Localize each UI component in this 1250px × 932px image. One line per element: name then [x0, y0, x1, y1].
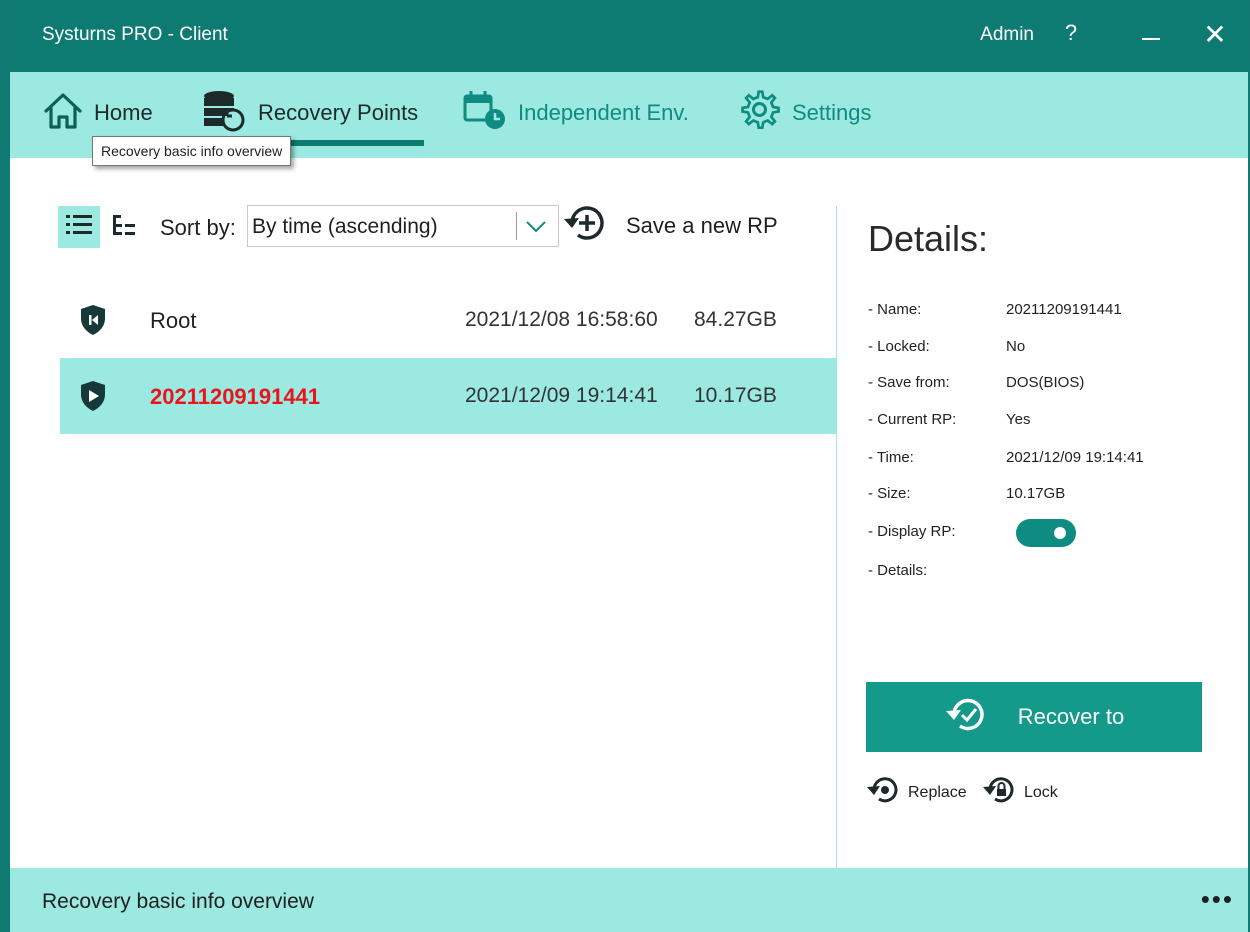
- detail-label: - Save from:: [868, 374, 950, 391]
- window-title: Systurns PRO - Client: [42, 24, 228, 45]
- list-view-button[interactable]: [58, 206, 100, 248]
- nav-tab-recovery-points-label: Recovery Points: [258, 100, 419, 125]
- panel-divider: [836, 206, 837, 868]
- shield-start-icon: [80, 304, 106, 341]
- detail-label: - Locked:: [868, 338, 930, 355]
- recovery-point-time: 2021/12/09 19:14:41: [465, 384, 658, 407]
- close-button[interactable]: ✕: [1200, 18, 1230, 51]
- toggle-knob: [1054, 527, 1066, 539]
- lock-label: Lock: [1024, 783, 1058, 801]
- replace-button[interactable]: Replace: [866, 774, 967, 811]
- recovery-point-time: 2021/12/08 16:58:60: [465, 308, 658, 331]
- chevron-down-icon: [524, 215, 548, 242]
- nav-tab-settings-label: Settings: [792, 100, 872, 125]
- recovery-point-size: 84.27GB: [694, 308, 777, 331]
- minimize-button[interactable]: [1142, 38, 1160, 40]
- recovery-point-name: Root: [150, 308, 197, 333]
- calendar-clock-icon: [462, 89, 508, 138]
- recover-to-label: Recover to: [1017, 704, 1125, 729]
- shield-play-icon: [80, 380, 106, 417]
- save-new-rp-button[interactable]: Save a new RP: [562, 202, 778, 249]
- detail-label: - Time:: [868, 449, 914, 466]
- detail-value: 20211209191441: [1006, 301, 1122, 318]
- detail-label: - Display RP:: [868, 523, 956, 540]
- list-view-icon: [66, 214, 92, 241]
- sort-label: Sort by:: [160, 215, 236, 240]
- tree-view-button[interactable]: [108, 212, 140, 244]
- more-options-button[interactable]: •••: [1201, 884, 1234, 915]
- dropdown-separator: [516, 212, 517, 240]
- detail-value: No: [1006, 338, 1026, 355]
- status-text: Recovery basic info overview: [42, 890, 314, 913]
- recovery-point-row-selected[interactable]: 20211209191441 2021/12/09 19:14:41 10.17…: [60, 358, 836, 434]
- detail-label: - Size:: [868, 485, 911, 502]
- status-bar: Recovery basic info overview •••: [10, 868, 1248, 932]
- gear-icon: [738, 89, 782, 138]
- replace-icon: [866, 774, 904, 811]
- save-rp-icon: [562, 202, 610, 249]
- replace-label: Replace: [908, 783, 967, 801]
- detail-value: DOS(BIOS): [1006, 374, 1085, 391]
- nav-tab-independent-env-label: Independent Env.: [518, 100, 689, 125]
- details-title: Details:: [868, 218, 989, 259]
- home-icon: [42, 90, 84, 137]
- nav-tab-home[interactable]: Home: [42, 90, 153, 136]
- help-button[interactable]: ?: [1058, 20, 1084, 46]
- nav-tooltip: Recovery basic info overview: [92, 136, 292, 166]
- sort-dropdown-value: By time (ascending): [252, 215, 438, 238]
- recovery-point-row[interactable]: Root 2021/12/08 16:58:60 84.27GB: [60, 282, 836, 358]
- app-window: Systurns PRO - Client Admin ? ✕ Home Rec…: [0, 0, 1250, 932]
- detail-label: - Details:: [868, 562, 928, 579]
- admin-user-button[interactable]: Admin: [980, 24, 1034, 46]
- nav-tab-recovery-points[interactable]: Recovery Points: [200, 90, 418, 136]
- nav-tab-independent-env[interactable]: Independent Env.: [462, 90, 689, 136]
- lock-button[interactable]: Lock: [982, 774, 1058, 811]
- detail-label: - Current RP:: [868, 411, 957, 428]
- recover-to-button[interactable]: Recover to: [866, 682, 1202, 752]
- detail-value: Yes: [1006, 411, 1031, 428]
- detail-value: 10.17GB: [1006, 485, 1066, 502]
- restore-check-icon: [944, 694, 990, 741]
- detail-value: 2021/12/09 19:14:41: [1006, 449, 1144, 466]
- title-bar: Systurns PRO - Client Admin ? ✕: [10, 0, 1248, 72]
- nav-tab-home-label: Home: [94, 100, 153, 125]
- display-rp-toggle[interactable]: [1016, 519, 1076, 547]
- tree-view-icon: [111, 214, 137, 243]
- recovery-point-name: 20211209191441: [150, 384, 321, 409]
- sort-dropdown[interactable]: By time (ascending): [247, 205, 559, 247]
- database-restore-icon: [200, 88, 248, 139]
- save-new-rp-label: Save a new RP: [626, 212, 778, 238]
- recovery-point-size: 10.17GB: [694, 384, 777, 407]
- lock-icon: [982, 774, 1020, 811]
- detail-label: - Name:: [868, 301, 922, 318]
- nav-tab-settings[interactable]: Settings: [738, 89, 872, 138]
